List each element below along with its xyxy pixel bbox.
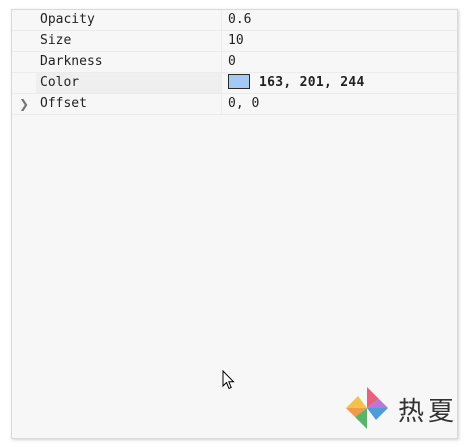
property-name: Darkness — [36, 52, 222, 72]
property-name: Opacity — [36, 10, 222, 30]
property-value[interactable]: 10 — [222, 31, 457, 51]
watermark-text: 热夏 — [398, 397, 459, 427]
chevron-right-icon[interactable]: ❯ — [18, 94, 30, 114]
property-row-color[interactable]: Color 163, 201, 244 — [12, 73, 457, 94]
property-row-darkness[interactable]: Darkness 0 — [12, 52, 457, 73]
property-row-offset[interactable]: ❯ Offset 0, 0 — [12, 94, 457, 115]
mouse-pointer-icon — [222, 370, 235, 390]
pinwheel-logo-icon — [346, 387, 388, 429]
property-value[interactable]: 0.6 — [222, 10, 457, 30]
property-name: Size — [36, 31, 222, 51]
property-name: Color — [36, 73, 222, 93]
property-row-size[interactable]: Size 10 — [12, 31, 457, 52]
property-value[interactable]: 0, 0 — [222, 94, 457, 114]
property-value-color[interactable]: 163, 201, 244 — [222, 73, 457, 93]
watermark-logo: 热夏 — [344, 385, 454, 433]
property-name: Offset — [36, 94, 222, 114]
property-row-opacity[interactable]: Opacity 0.6 — [12, 10, 457, 31]
property-grid: Opacity 0.6 Size 10 Darkness 0 Color 163… — [12, 10, 457, 115]
property-value[interactable]: 0 — [222, 52, 457, 72]
color-rgb-text: 163, 201, 244 — [259, 75, 365, 90]
color-swatch[interactable] — [228, 74, 250, 89]
